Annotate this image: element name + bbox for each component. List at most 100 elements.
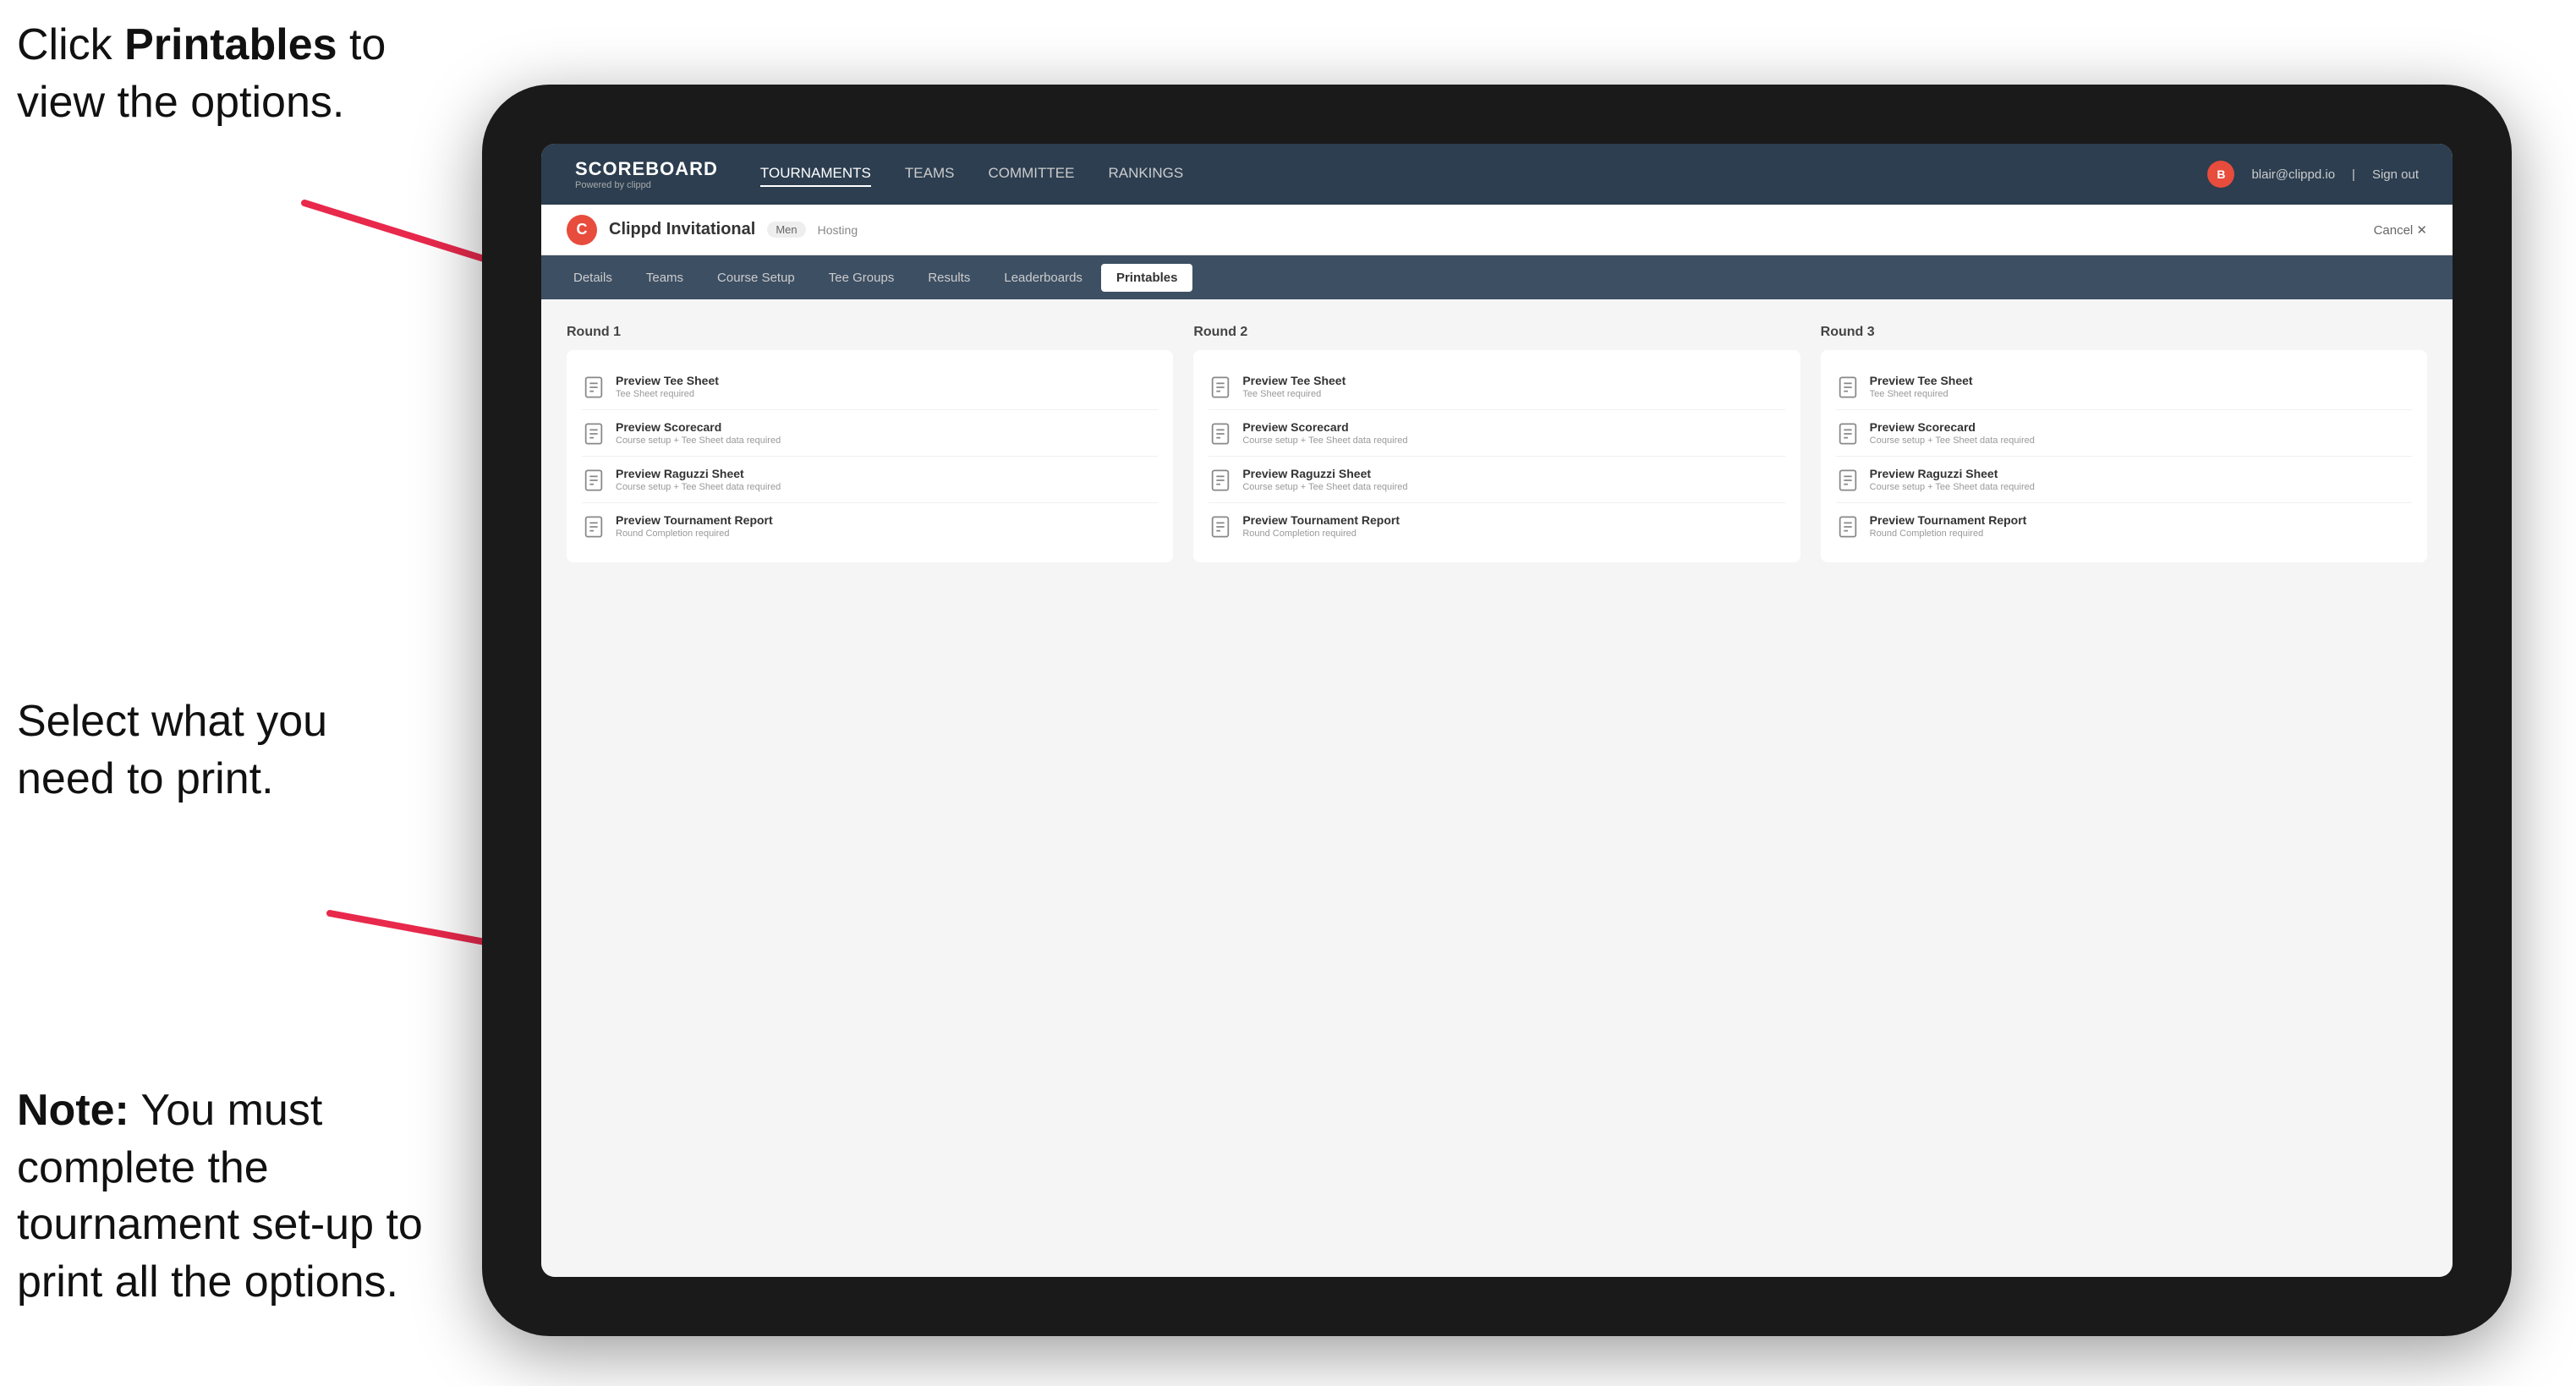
annotation-bottom: Note: You must complete the tournament s… [17, 1082, 440, 1311]
round-3-tee-sheet[interactable]: Preview Tee Sheet Tee Sheet required [1836, 364, 2412, 410]
tab-teams[interactable]: Teams [631, 264, 699, 292]
round-3-section: Round 3 Preview Tee Sheet Tee S [1821, 325, 2427, 562]
tablet-frame: SCOREBOARD Powered by clippd TOURNAMENTS… [482, 85, 2512, 1336]
tab-course-setup[interactable]: Course Setup [702, 264, 810, 292]
round-2-tee-sheet[interactable]: Preview Tee Sheet Tee Sheet required [1209, 364, 1784, 410]
round-3-tournament-report-sub: Round Completion required [1870, 529, 2027, 539]
r2-tournament-report-icon [1209, 515, 1232, 539]
tournament-logo: C [567, 215, 597, 245]
main-content: Round 1 Preview Tee Sheet Tee S [541, 299, 2453, 1277]
logo-title: SCOREBOARD [575, 158, 718, 180]
tablet-screen: SCOREBOARD Powered by clippd TOURNAMENTS… [541, 144, 2453, 1277]
round-1-title: Round 1 [567, 325, 1173, 340]
round-1-card: Preview Tee Sheet Tee Sheet required [567, 350, 1173, 562]
round-3-raguzzi-title: Preview Raguzzi Sheet [1870, 467, 2035, 480]
round-2-scorecard-title: Preview Scorecard [1242, 420, 1407, 434]
round-1-tournament-report[interactable]: Preview Tournament Report Round Completi… [582, 503, 1158, 549]
round-2-tournament-report[interactable]: Preview Tournament Report Round Completi… [1209, 503, 1784, 549]
round-2-raguzzi[interactable]: Preview Raguzzi Sheet Course setup + Tee… [1209, 457, 1784, 503]
tab-tee-groups[interactable]: Tee Groups [814, 264, 910, 292]
round-3-raguzzi-text: Preview Raguzzi Sheet Course setup + Tee… [1870, 467, 2035, 492]
round-1-scorecard-sub: Course setup + Tee Sheet data required [616, 436, 781, 446]
annotation-middle: Select what you need to print. [17, 693, 389, 808]
round-2-tournament-report-sub: Round Completion required [1242, 529, 1400, 539]
round-3-raguzzi[interactable]: Preview Raguzzi Sheet Course setup + Tee… [1836, 457, 2412, 503]
tournament-category: Men [767, 222, 805, 238]
round-1-scorecard-text: Preview Scorecard Course setup + Tee She… [616, 420, 781, 446]
round-3-raguzzi-sub: Course setup + Tee Sheet data required [1870, 482, 2035, 492]
round-1-section: Round 1 Preview Tee Sheet Tee S [567, 325, 1173, 562]
tournament-logo-letter: C [577, 221, 588, 238]
round-2-raguzzi-text: Preview Raguzzi Sheet Course setup + Tee… [1242, 467, 1407, 492]
top-nav-links: TOURNAMENTS TEAMS COMMITTEE RANKINGS [760, 162, 2208, 187]
round-2-tournament-report-title: Preview Tournament Report [1242, 513, 1400, 527]
round-3-tournament-report-text: Preview Tournament Report Round Completi… [1870, 513, 2027, 539]
round-2-scorecard-text: Preview Scorecard Course setup + Tee She… [1242, 420, 1407, 446]
round-1-tournament-report-title: Preview Tournament Report [616, 513, 773, 527]
round-1-raguzzi-text: Preview Raguzzi Sheet Course setup + Tee… [616, 467, 781, 492]
r3-scorecard-icon [1836, 422, 1860, 446]
round-1-raguzzi-sub: Course setup + Tee Sheet data required [616, 482, 781, 492]
round-3-title: Round 3 [1821, 325, 2427, 340]
round-1-raguzzi-title: Preview Raguzzi Sheet [616, 467, 781, 480]
round-3-scorecard[interactable]: Preview Scorecard Course setup + Tee She… [1836, 410, 2412, 457]
round-2-section: Round 2 Preview Tee Sheet Tee S [1193, 325, 1800, 562]
round-2-raguzzi-title: Preview Raguzzi Sheet [1242, 467, 1407, 480]
round-3-tournament-report[interactable]: Preview Tournament Report Round Completi… [1836, 503, 2412, 549]
round-2-card: Preview Tee Sheet Tee Sheet required [1193, 350, 1800, 562]
round-3-tee-sheet-text: Preview Tee Sheet Tee Sheet required [1870, 374, 1973, 399]
round-2-title: Round 2 [1193, 325, 1800, 340]
annotation-note-bold: Note: [17, 1086, 129, 1135]
round-2-tee-sheet-title: Preview Tee Sheet [1242, 374, 1346, 387]
tab-bar: Details Teams Course Setup Tee Groups Re… [541, 255, 2453, 299]
tab-details[interactable]: Details [558, 264, 628, 292]
tournament-report-icon [582, 515, 606, 539]
tournament-name: Clippd Invitational [609, 220, 755, 239]
raguzzi-icon [582, 468, 606, 492]
round-1-tee-sheet-sub: Tee Sheet required [616, 389, 719, 399]
scoreboard-logo: SCOREBOARD Powered by clippd [575, 158, 718, 190]
r2-scorecard-icon [1209, 422, 1232, 446]
round-3-scorecard-text: Preview Scorecard Course setup + Tee She… [1870, 420, 2035, 446]
round-2-raguzzi-sub: Course setup + Tee Sheet data required [1242, 482, 1407, 492]
round-1-tournament-report-text: Preview Tournament Report Round Completi… [616, 513, 773, 539]
round-1-scorecard[interactable]: Preview Scorecard Course setup + Tee She… [582, 410, 1158, 457]
tab-results[interactable]: Results [913, 264, 985, 292]
tab-leaderboards[interactable]: Leaderboards [989, 264, 1098, 292]
r2-tee-sheet-icon [1209, 375, 1232, 399]
tab-printables[interactable]: Printables [1101, 264, 1193, 292]
nav-link-teams[interactable]: TEAMS [905, 162, 955, 187]
nav-link-tournaments[interactable]: TOURNAMENTS [760, 162, 871, 187]
round-1-scorecard-title: Preview Scorecard [616, 420, 781, 434]
round-3-tee-sheet-title: Preview Tee Sheet [1870, 374, 1973, 387]
round-2-tournament-report-text: Preview Tournament Report Round Completi… [1242, 513, 1400, 539]
rounds-grid: Round 1 Preview Tee Sheet Tee S [567, 325, 2427, 562]
nav-link-committee[interactable]: COMMITTEE [988, 162, 1074, 187]
annotation-bold: Printables [124, 20, 337, 69]
sign-out-link[interactable]: | [2352, 167, 2355, 182]
r3-raguzzi-icon [1836, 468, 1860, 492]
round-1-tournament-report-sub: Round Completion required [616, 529, 773, 539]
user-avatar: B [2207, 161, 2234, 188]
top-nav-right: B blair@clippd.io | Sign out [2207, 161, 2419, 188]
round-3-tee-sheet-sub: Tee Sheet required [1870, 389, 1973, 399]
annotation-select-text: Select what you need to print. [17, 697, 327, 803]
annotation-top: Click Printables to view the options. [17, 17, 389, 131]
tournament-status: Hosting [818, 223, 858, 237]
round-2-tee-sheet-sub: Tee Sheet required [1242, 389, 1346, 399]
r3-tee-sheet-icon [1836, 375, 1860, 399]
nav-link-rankings[interactable]: RANKINGS [1108, 162, 1183, 187]
round-1-tee-sheet-text: Preview Tee Sheet Tee Sheet required [616, 374, 719, 399]
round-2-scorecard[interactable]: Preview Scorecard Course setup + Tee She… [1209, 410, 1784, 457]
round-1-raguzzi[interactable]: Preview Raguzzi Sheet Course setup + Tee… [582, 457, 1158, 503]
tee-sheet-icon [582, 375, 606, 399]
round-1-tee-sheet[interactable]: Preview Tee Sheet Tee Sheet required [582, 364, 1158, 410]
round-3-tournament-report-title: Preview Tournament Report [1870, 513, 2027, 527]
cancel-button[interactable]: Cancel ✕ [2374, 222, 2427, 238]
sign-out-button[interactable]: Sign out [2372, 167, 2419, 182]
logo-subtitle: Powered by clippd [575, 180, 718, 190]
round-1-tee-sheet-title: Preview Tee Sheet [616, 374, 719, 387]
round-3-scorecard-sub: Course setup + Tee Sheet data required [1870, 436, 2035, 446]
round-3-scorecard-title: Preview Scorecard [1870, 420, 2035, 434]
r2-raguzzi-icon [1209, 468, 1232, 492]
